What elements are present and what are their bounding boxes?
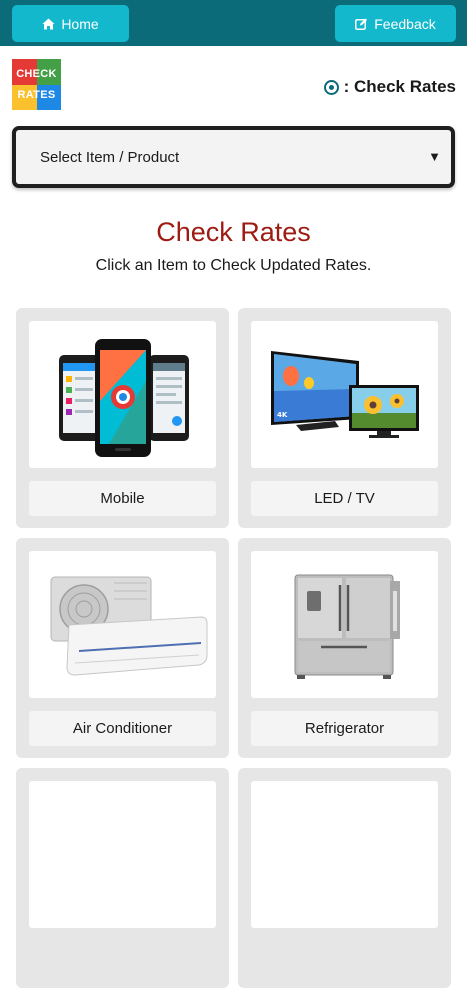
home-button[interactable]: Home bbox=[12, 5, 129, 42]
dropdown-arrow-icon: ▼ bbox=[428, 149, 441, 164]
check-rates-logo[interactable]: CHECK RATES bbox=[12, 59, 61, 110]
feedback-button-label: Feedback bbox=[374, 15, 436, 32]
feedback-button[interactable]: Feedback bbox=[335, 5, 456, 42]
category-image-partial bbox=[29, 781, 216, 928]
category-label: Refrigerator bbox=[251, 711, 438, 746]
refrigerator-image bbox=[251, 551, 438, 698]
svg-text:4K: 4K bbox=[277, 411, 288, 419]
edit-icon bbox=[355, 17, 368, 30]
category-card-led-tv[interactable]: 4K LED / TV bbox=[238, 308, 451, 528]
page-heading-text: : Check Rates bbox=[343, 77, 456, 96]
category-image-partial bbox=[251, 781, 438, 928]
home-icon bbox=[42, 18, 55, 30]
home-button-label: Home bbox=[61, 15, 99, 32]
air-conditioner-image bbox=[29, 551, 216, 698]
category-label: Air Conditioner bbox=[29, 711, 216, 746]
item-product-select[interactable]: Select Item / Product ▼ bbox=[12, 126, 455, 188]
category-card-partial-right[interactable] bbox=[238, 768, 451, 988]
category-label: LED / TV bbox=[251, 481, 438, 516]
top-nav-bar: Home Feedback bbox=[0, 0, 467, 46]
category-card-partial-left[interactable] bbox=[16, 768, 229, 988]
category-card-air-conditioner[interactable]: Air Conditioner bbox=[16, 538, 229, 758]
led-tv-image: 4K bbox=[251, 321, 438, 468]
select-value: Select Item / Product bbox=[40, 148, 180, 166]
logo-text-check: CHECK bbox=[16, 68, 57, 80]
radio-dot-icon bbox=[323, 79, 339, 95]
category-card-refrigerator[interactable]: Refrigerator bbox=[238, 538, 451, 758]
page-heading: : Check Rates bbox=[323, 77, 456, 97]
logo-text-rates: RATES bbox=[17, 89, 56, 101]
main-title: Check Rates bbox=[156, 217, 311, 247]
category-label: Mobile bbox=[29, 481, 216, 516]
mobile-phones-image bbox=[29, 321, 216, 468]
main-subtitle: Click an Item to Check Updated Rates. bbox=[95, 257, 372, 274]
category-card-mobile[interactable]: Mobile bbox=[16, 308, 229, 528]
